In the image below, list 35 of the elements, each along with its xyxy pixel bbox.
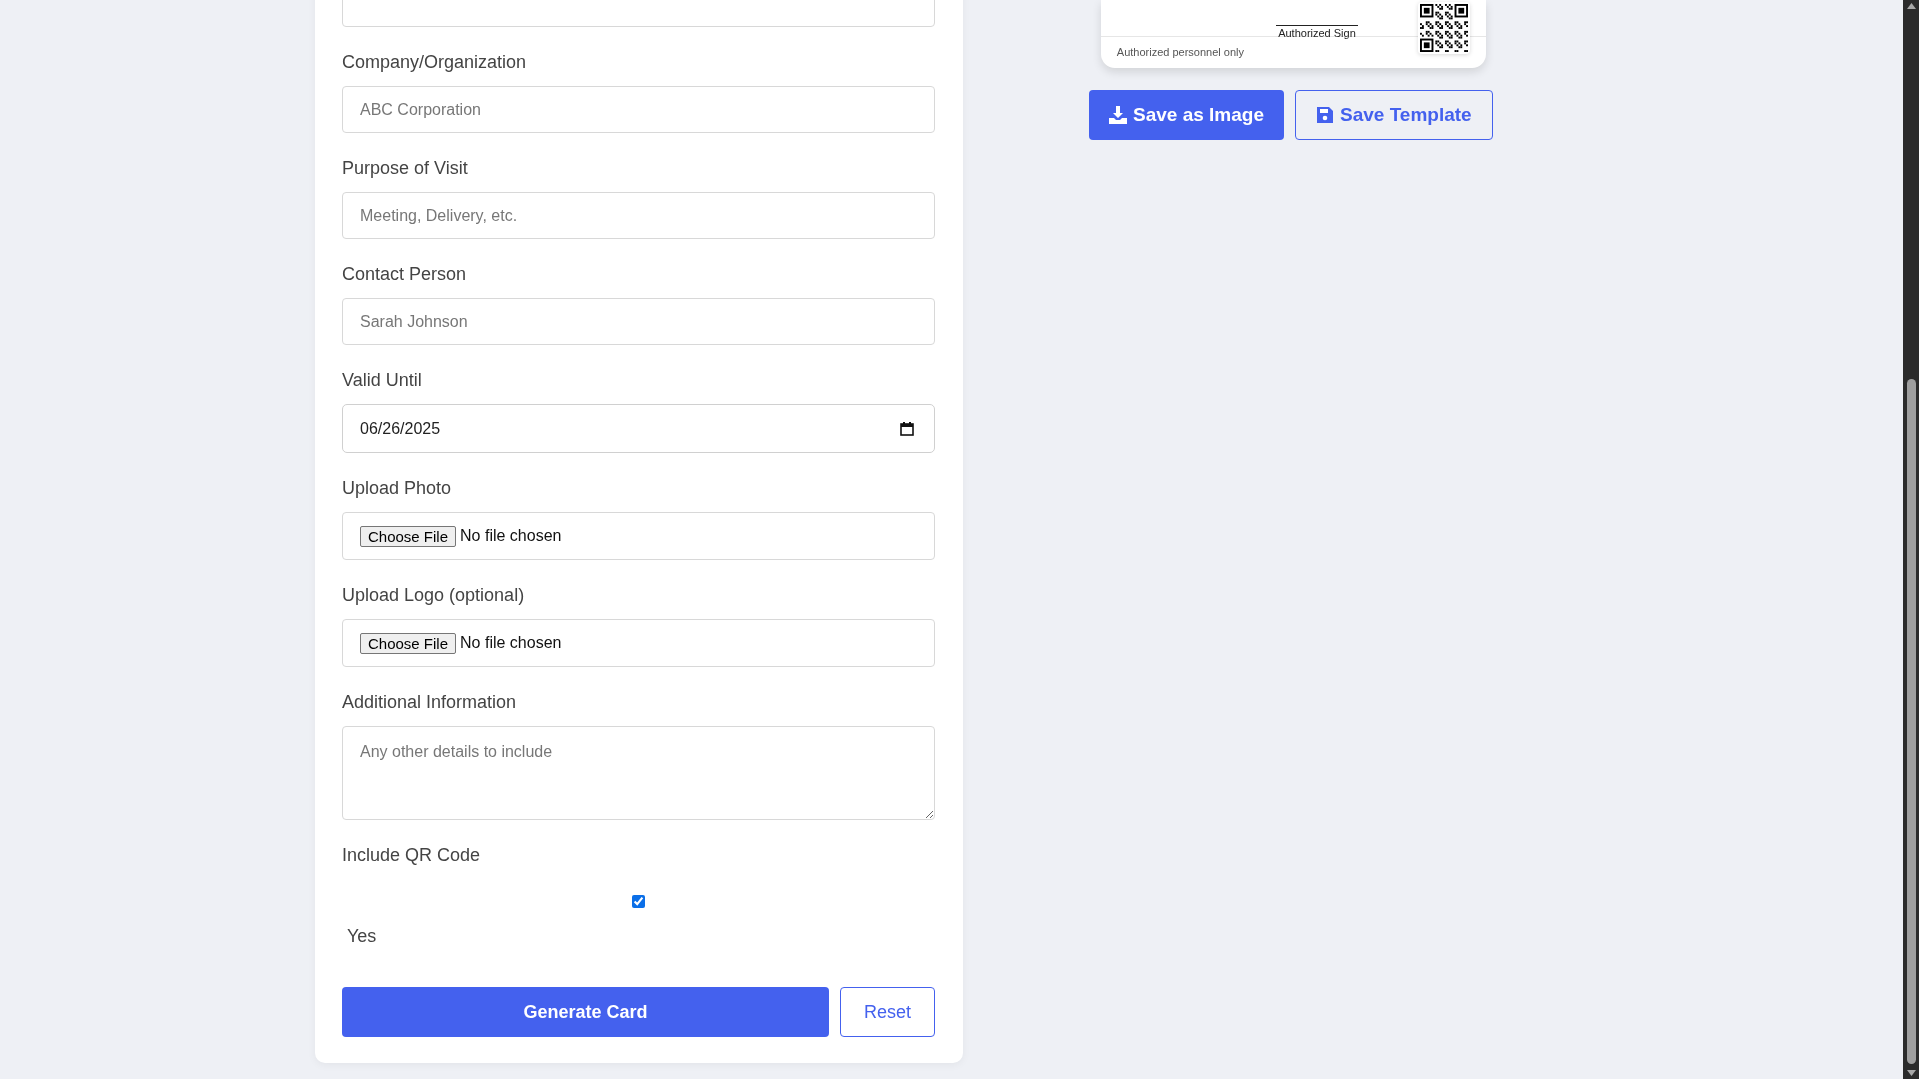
- input-field[interactable]: Sarah Johnson: [342, 298, 935, 345]
- file-status-text: No file chosen: [460, 634, 562, 652]
- input-field[interactable]: ABC Corporation: [342, 86, 935, 133]
- date-value: 06/26/2025: [360, 419, 441, 438]
- checkbox-label: Yes: [347, 926, 378, 947]
- scroll-up-arrow-icon[interactable]: [1906, 3, 1916, 9]
- field-label: Company/Organization: [342, 51, 528, 73]
- file-status-text: No file chosen: [460, 527, 562, 545]
- generate-button[interactable]: Generate Card: [342, 987, 829, 1037]
- field-label: Upload Photo: [342, 477, 453, 499]
- save-image-button[interactable]: Save as Image: [1089, 90, 1284, 140]
- field-label: Additional Information: [342, 691, 518, 713]
- choose-file-button[interactable]: Choose File: [360, 632, 457, 654]
- field-label: Purpose of Visit: [342, 157, 469, 179]
- scrollbar-thumb[interactable]: [1906, 379, 1916, 1064]
- input-field[interactable]: Meeting, Delivery, etc.: [342, 192, 935, 239]
- choose-file-button[interactable]: Choose File: [360, 525, 457, 547]
- file-field[interactable]: Choose File No file chosen: [342, 619, 935, 667]
- checkbox[interactable]: [632, 895, 645, 908]
- field-label: Upload Logo (optional): [342, 584, 526, 606]
- text-area[interactable]: Any other details to include: [342, 726, 935, 820]
- download-icon: [1109, 106, 1127, 124]
- reset-button[interactable]: Reset: [840, 987, 935, 1037]
- qr-code: [1419, 4, 1468, 52]
- file-field[interactable]: Choose File No file chosen: [342, 512, 935, 560]
- field-label: Contact Person: [342, 263, 468, 285]
- field-label: Include QR Code: [342, 844, 482, 866]
- scrollbar[interactable]: [1903, 0, 1919, 1079]
- signature-line: Authorized Sign: [1276, 25, 1358, 39]
- save-template-button[interactable]: Save Template: [1295, 90, 1493, 140]
- date-field[interactable]: 06/26/2025: [342, 404, 935, 453]
- calendar-icon: [900, 421, 914, 436]
- card-footer-text: Authorized personnel only: [1115, 45, 1245, 60]
- scroll-down-arrow-icon[interactable]: [1906, 1070, 1916, 1076]
- field-label: Valid Until: [342, 369, 423, 391]
